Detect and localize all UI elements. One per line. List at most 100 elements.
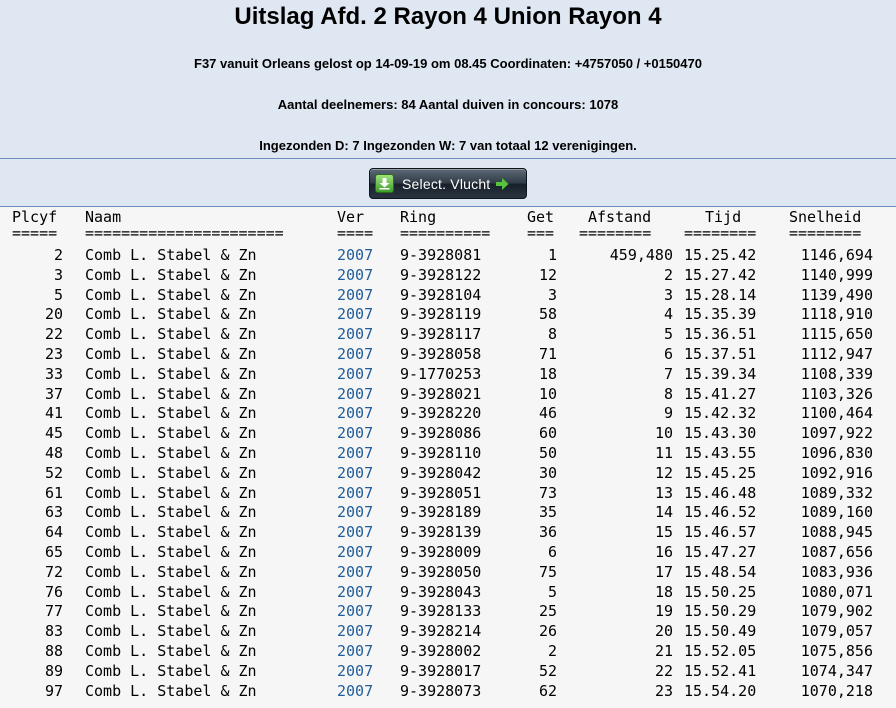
table-row: 63 Comb L. Stabel & Zn 2007 9-3928189 35 14 15…	[0, 503, 896, 523]
cell-afstand: 12	[654, 463, 673, 482]
cell-get: 12	[538, 265, 557, 284]
cell-plaats: 22	[44, 325, 63, 344]
cell-snelheid: 1080,071	[800, 582, 873, 601]
cell-afstand: 22	[654, 661, 673, 680]
cell-tijd: 15.50.49	[684, 622, 757, 641]
cell-ver-link[interactable]: 2007	[337, 662, 373, 682]
cell-naam: Comb L. Stabel & Zn	[85, 404, 257, 423]
separator: ========	[579, 224, 652, 242]
cell-ring: 9-3928110	[400, 443, 482, 462]
table-row: 88 Comb L. Stabel & Zn 2007 9-3928002 2 21 15.…	[0, 642, 896, 662]
table-row: 83 Comb L. Stabel & Zn 2007 9-3928214 26 20 15…	[0, 622, 896, 642]
cell-get: 71	[538, 344, 557, 363]
toolbar: Select. Vlucht	[0, 159, 896, 207]
cell-get: 6	[547, 542, 557, 561]
cell-ring: 9-3928002	[400, 641, 482, 660]
cell-ver-link[interactable]: 2007	[337, 464, 373, 484]
cell-ver-link[interactable]: 2007	[337, 642, 373, 662]
submissions-info: Ingezonden D: 7 Ingezonden W: 7 van tota…	[259, 138, 637, 153]
cell-ver-link[interactable]: 2007	[337, 286, 373, 306]
cell-ring: 9-3928133	[400, 602, 482, 621]
cell-ver-link[interactable]: 2007	[337, 424, 373, 444]
cell-ver-link[interactable]: 2007	[337, 325, 373, 345]
cell-naam: Comb L. Stabel & Zn	[85, 325, 257, 344]
cell-afstand: 3	[663, 285, 673, 304]
cell-ver-link[interactable]: 2007	[337, 484, 373, 504]
cell-ver-link[interactable]: 2007	[337, 523, 373, 543]
cell-afstand: 9	[663, 404, 673, 423]
cell-ver-link[interactable]: 2007	[337, 622, 373, 642]
separator: ======================	[85, 224, 284, 242]
cell-snelheid: 1088,945	[800, 523, 873, 542]
separator: ===	[527, 224, 555, 242]
cell-ring: 9-3928220	[400, 404, 482, 423]
cell-naam: Comb L. Stabel & Zn	[85, 443, 257, 462]
cell-ver-link[interactable]: 2007	[337, 602, 373, 622]
cell-get: 10	[538, 384, 557, 403]
cell-naam: Comb L. Stabel & Zn	[85, 523, 257, 542]
cell-get: 26	[538, 622, 557, 641]
cell-get: 52	[538, 661, 557, 680]
cell-tijd: 15.52.41	[684, 661, 757, 680]
cell-plaats: 97	[44, 681, 63, 700]
cell-ver-link[interactable]: 2007	[337, 503, 373, 523]
table-row: 37 Comb L. Stabel & Zn 2007 9-3928021 10 8 15.…	[0, 385, 896, 405]
cell-snelheid: 1092,916	[800, 463, 873, 482]
cell-naam: Comb L. Stabel & Zn	[85, 305, 257, 324]
cell-naam: Comb L. Stabel & Zn	[85, 424, 257, 443]
table-row: 89 Comb L. Stabel & Zn 2007 9-3928017 52 22 15…	[0, 662, 896, 682]
cell-ring: 9-3928139	[400, 523, 482, 542]
cell-tijd: 15.27.42	[684, 265, 757, 284]
cell-ring: 9-3928073	[400, 681, 482, 700]
cell-snelheid: 1087,656	[800, 542, 873, 561]
cell-tijd: 15.43.30	[684, 424, 757, 443]
cell-plaats: 37	[44, 384, 63, 403]
cell-tijd: 15.35.39	[684, 305, 757, 324]
cell-plaats: 76	[44, 582, 63, 601]
cell-afstand: 7	[663, 364, 673, 383]
cell-tijd: 15.42.32	[684, 404, 757, 423]
cell-ver-link[interactable]: 2007	[337, 365, 373, 385]
cell-ver-link[interactable]: 2007	[337, 543, 373, 563]
cell-get: 46	[538, 404, 557, 423]
cell-tijd: 15.36.51	[684, 325, 757, 344]
cell-ver-link[interactable]: 2007	[337, 404, 373, 424]
cell-ver-link[interactable]: 2007	[337, 345, 373, 365]
cell-tijd: 15.50.29	[684, 602, 757, 621]
cell-plaats: 45	[44, 424, 63, 443]
cell-ver-link[interactable]: 2007	[337, 444, 373, 464]
cell-ring: 9-3928189	[400, 503, 482, 522]
cell-afstand: 4	[663, 305, 673, 324]
cell-ring: 9-3928122	[400, 265, 482, 284]
cell-tijd: 15.52.05	[684, 641, 757, 660]
cell-afstand: 6	[663, 344, 673, 363]
cell-ver-link[interactable]: 2007	[337, 266, 373, 286]
cell-ver-link[interactable]: 2007	[337, 385, 373, 405]
cell-naam: Comb L. Stabel & Zn	[85, 503, 257, 522]
cell-ver-link[interactable]: 2007	[337, 305, 373, 325]
cell-plaats: 61	[44, 483, 63, 502]
separator: ====	[337, 224, 374, 242]
cell-plaats: 63	[44, 503, 63, 522]
cell-ver-link[interactable]: 2007	[337, 682, 373, 702]
cell-ver-link[interactable]: 2007	[337, 563, 373, 583]
cell-snelheid: 1074,347	[800, 661, 873, 680]
cell-ver-link[interactable]: 2007	[337, 246, 373, 266]
cell-snelheid: 1103,326	[800, 384, 873, 403]
cell-afstand: 18	[654, 582, 673, 601]
select-vlucht-button[interactable]: Select. Vlucht	[369, 168, 527, 199]
cell-tijd: 15.46.48	[684, 483, 757, 502]
cell-naam: Comb L. Stabel & Zn	[85, 562, 257, 581]
cell-snelheid: 1146,694	[800, 246, 873, 264]
cell-afstand: 459,480	[609, 246, 673, 264]
cell-ver-link[interactable]: 2007	[337, 583, 373, 603]
results-table: Plcyf Naam Ver Ring Get Afstand Tijd Sne…	[0, 208, 896, 708]
table-row: 22 Comb L. Stabel & Zn 2007 9-3928117 8 5 15.3…	[0, 325, 896, 345]
table-row: 65 Comb L. Stabel & Zn 2007 9-3928009 6 16 15.…	[0, 543, 896, 563]
results-header: Uitslag Afd. 2 Rayon 4 Union Rayon 4 F37…	[0, 0, 896, 159]
cell-tijd: 15.28.14	[684, 285, 757, 304]
cell-tijd: 15.46.57	[684, 523, 757, 542]
table-row: 45 Comb L. Stabel & Zn 2007 9-3928086 60 10 15…	[0, 424, 896, 444]
cell-plaats: 88	[44, 641, 63, 660]
table-row: 76 Comb L. Stabel & Zn 2007 9-3928043 5 18 15.…	[0, 583, 896, 603]
